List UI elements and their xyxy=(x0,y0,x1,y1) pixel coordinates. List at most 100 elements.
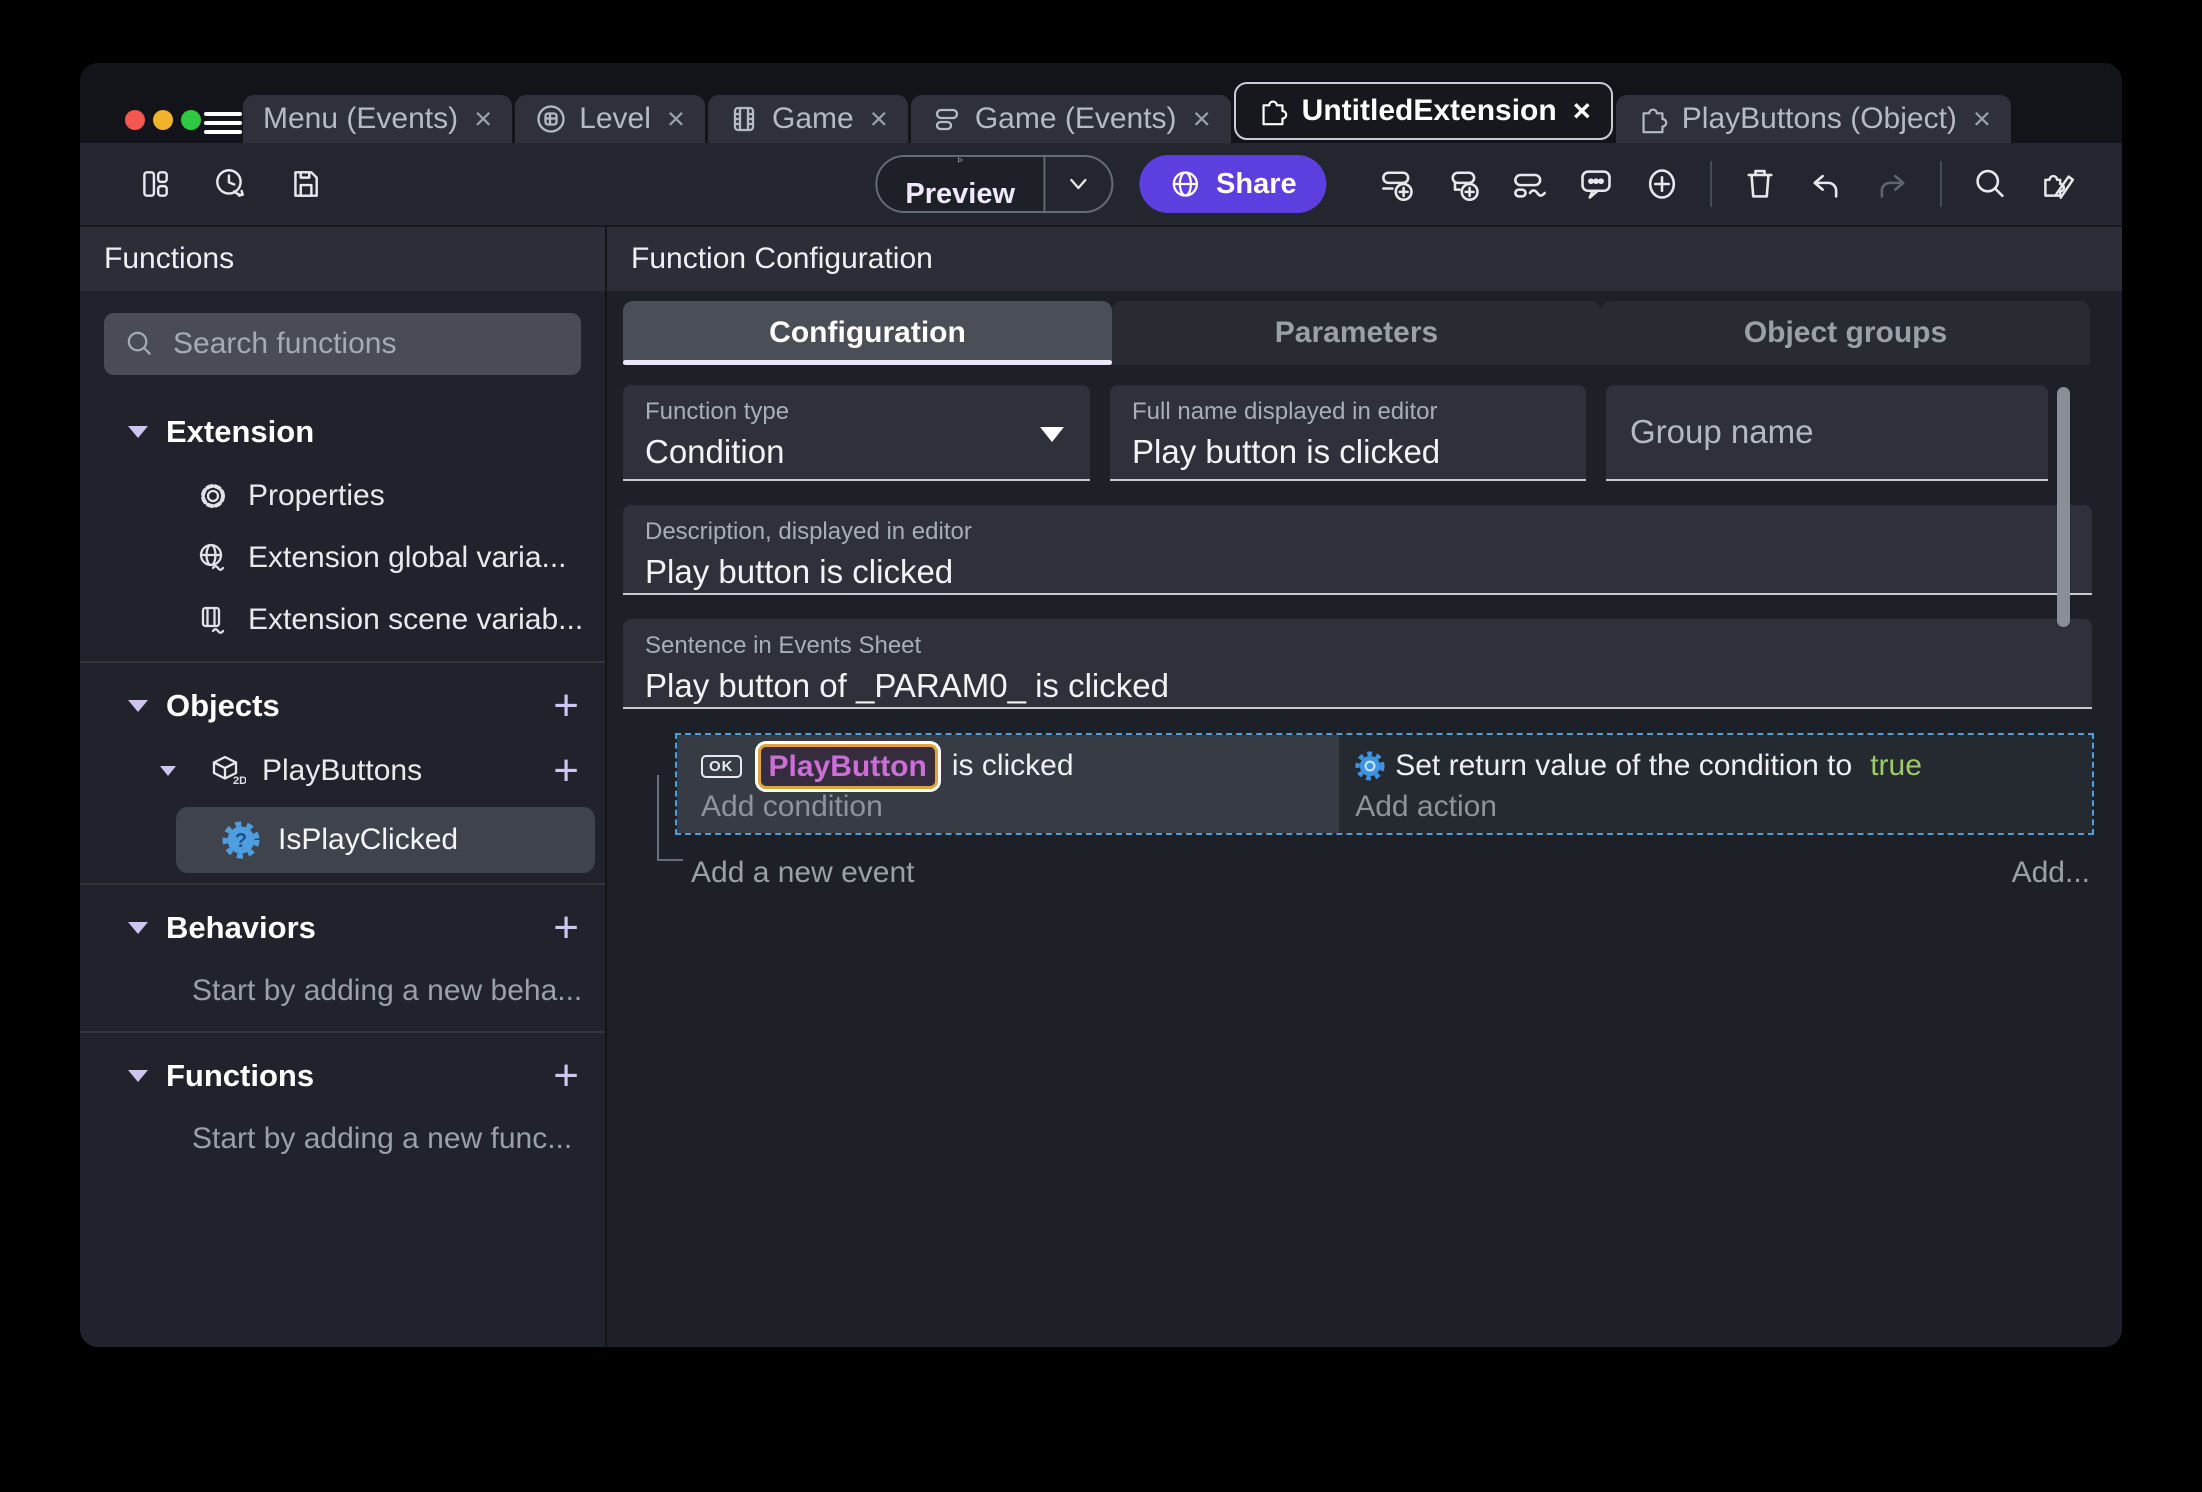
function-type-select[interactable]: Function type Condition xyxy=(623,385,1090,481)
gear-icon xyxy=(201,484,225,508)
tree-item-label: Extension scene variab... xyxy=(248,603,584,636)
search-functions-box[interactable] xyxy=(104,313,581,375)
function-configuration-panel: Function Configuration Configuration Par… xyxy=(607,227,2122,1347)
collapse-caret-icon[interactable] xyxy=(128,1070,148,1082)
add-action-button[interactable]: Add action xyxy=(1355,790,2076,824)
minimize-window-button[interactable] xyxy=(153,110,173,130)
add-event-icon[interactable] xyxy=(1380,166,1416,202)
collapse-caret-icon[interactable] xyxy=(128,700,148,712)
main-menu-icon[interactable] xyxy=(204,112,242,139)
tab-label: UntitledExtension xyxy=(1301,94,1557,127)
tab-playbuttons-object[interactable]: PlayButtons (Object) × xyxy=(1615,95,2012,143)
tab-parameters[interactable]: Parameters xyxy=(1112,301,1601,365)
condition-object-chip[interactable]: PlayButton xyxy=(757,743,938,789)
section-label: Behaviors xyxy=(166,910,316,945)
save-icon[interactable] xyxy=(288,167,322,201)
group-name-input[interactable] xyxy=(1628,412,2026,452)
close-tab-icon[interactable]: × xyxy=(1973,101,1991,137)
play-icon xyxy=(958,157,963,163)
tree-item-playbuttons[interactable]: 2D PlayButtons + xyxy=(80,739,605,803)
main-panel-title: Function Configuration xyxy=(607,227,2122,291)
tree-item-extension-scene-variables[interactable]: Extension scene variab... xyxy=(80,589,605,651)
events-sheet-icon xyxy=(935,108,958,131)
svg-text:?: ? xyxy=(235,830,247,852)
add-function-button[interactable]: + xyxy=(553,1054,579,1098)
tab-level[interactable]: Level × xyxy=(515,95,706,143)
full-name-value: Play button is clicked xyxy=(1132,433,1441,470)
section-divider xyxy=(80,883,605,885)
description-field[interactable]: Description, displayed in editor Play bu… xyxy=(623,505,2092,595)
version-history-icon[interactable] xyxy=(212,166,248,202)
sentence-value: Play button of _PARAM0_ is clicked xyxy=(645,667,1169,704)
add-subevent-icon[interactable] xyxy=(1446,166,1482,202)
add-other-event-icon[interactable] xyxy=(1512,166,1548,202)
search-icon[interactable] xyxy=(1972,166,2008,202)
tree-item-label: Extension global varia... xyxy=(248,541,567,574)
toolbar-separator xyxy=(1710,161,1712,207)
maximize-window-button[interactable] xyxy=(181,110,201,130)
redo-icon[interactable] xyxy=(1874,166,1910,202)
sentence-field[interactable]: Sentence in Events Sheet Play button of … xyxy=(623,619,2092,709)
add-new-event-button[interactable]: Add a new event xyxy=(691,856,915,890)
vertical-scrollbar-thumb[interactable] xyxy=(2057,387,2070,627)
tab-object-groups[interactable]: Object groups xyxy=(1601,301,2090,365)
event-selected[interactable]: OK PlayButton is clicked Add condition S… xyxy=(675,733,2094,835)
field-label: Full name displayed in editor xyxy=(1132,398,1438,425)
conditions-column: OK PlayButton is clicked Add condition xyxy=(677,735,1340,833)
close-tab-icon[interactable]: × xyxy=(1193,101,1211,137)
add-condition-button[interactable]: Add condition xyxy=(701,790,1329,824)
tab-label: Menu (Events) xyxy=(263,102,459,135)
description-value: Play button is clicked xyxy=(645,553,954,590)
close-tab-icon[interactable]: × xyxy=(1573,93,1591,129)
section-functions[interactable]: Functions + xyxy=(80,1043,605,1109)
collapse-caret-icon[interactable] xyxy=(128,922,148,934)
collapse-caret-icon[interactable] xyxy=(128,426,148,438)
panels-layout-icon[interactable] xyxy=(138,167,172,201)
global-variables-icon xyxy=(199,543,225,571)
action-text: Set return value of the condition to xyxy=(1395,749,1853,782)
tree-item-isplayclicked-selected[interactable]: ? IsPlayClicked xyxy=(176,807,595,873)
section-behaviors[interactable]: Behaviors + xyxy=(80,895,605,961)
extension-icon xyxy=(1642,108,1668,134)
tab-game[interactable]: Game × xyxy=(708,95,908,143)
comment-icon[interactable] xyxy=(1578,166,1614,202)
close-tab-icon[interactable]: × xyxy=(667,101,685,137)
tree-item-label: IsPlayClicked xyxy=(278,823,459,856)
search-functions-input[interactable] xyxy=(171,326,561,362)
tab-game-events[interactable]: Game (Events) × xyxy=(910,95,1231,143)
tab-configuration[interactable]: Configuration xyxy=(623,301,1112,365)
share-button[interactable]: Share xyxy=(1139,155,1327,213)
field-label: Description, displayed in editor xyxy=(645,518,972,545)
delete-icon[interactable] xyxy=(1742,166,1778,202)
undo-icon[interactable] xyxy=(1808,166,1844,202)
preview-options-button[interactable] xyxy=(1045,157,1111,211)
action-value[interactable]: true xyxy=(1870,749,1922,783)
field-label: Function type xyxy=(645,398,790,425)
tree-item-properties[interactable]: Properties xyxy=(80,465,605,527)
add-function-to-object-button[interactable]: + xyxy=(553,749,579,793)
add-circle-icon[interactable] xyxy=(1644,166,1680,202)
close-window-button[interactable] xyxy=(125,110,145,130)
close-tab-icon[interactable]: × xyxy=(870,101,888,137)
add-object-button[interactable]: + xyxy=(553,684,579,728)
full-name-field[interactable]: Full name displayed in editor Play butto… xyxy=(1110,385,1586,481)
preview-button[interactable]: Preview xyxy=(875,155,1114,213)
actions-column: Set return value of the condition to tru… xyxy=(1339,735,2092,833)
film-icon xyxy=(733,106,755,132)
add-more-button[interactable]: Add... xyxy=(2012,856,2090,890)
condition-ok-icon: OK xyxy=(701,754,742,778)
object-2d-icon: 2D xyxy=(212,755,246,787)
tab-menu-events[interactable]: Menu (Events) × xyxy=(243,95,513,143)
add-behavior-button[interactable]: + xyxy=(553,906,579,950)
edit-extension-icon[interactable] xyxy=(2038,165,2076,203)
close-tab-icon[interactable]: × xyxy=(474,101,492,137)
configuration-form: Function type Condition Full name displa… xyxy=(607,365,2122,895)
tree-item-extension-global-variables[interactable]: Extension global varia... xyxy=(80,527,605,589)
collapse-caret-icon[interactable] xyxy=(160,766,176,776)
group-name-field[interactable] xyxy=(1606,385,2048,481)
tab-label: Game xyxy=(772,102,854,135)
section-objects[interactable]: Objects + xyxy=(80,673,605,739)
behaviors-empty-hint: Start by adding a new beha... xyxy=(192,974,583,1007)
section-extension[interactable]: Extension xyxy=(80,399,605,465)
tab-untitled-extension[interactable]: UntitledExtension × xyxy=(1233,82,1613,140)
